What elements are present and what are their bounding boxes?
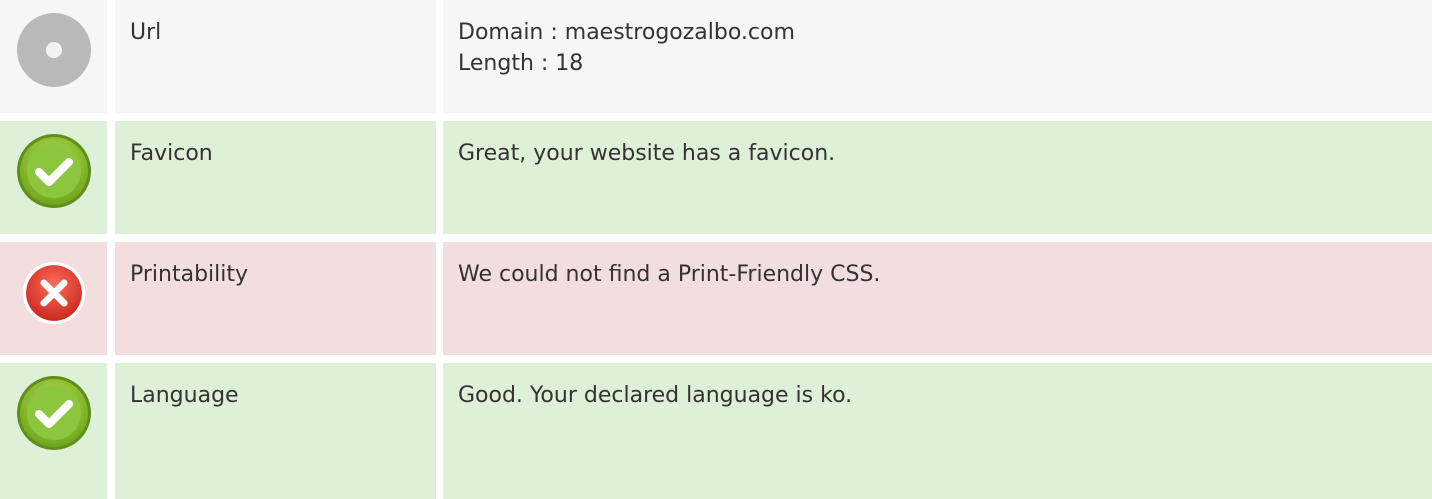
row-description: Good. Your declared language is ko. — [458, 383, 853, 408]
row-label-cell: Url — [115, 0, 436, 113]
row-description-cell: We could not find a Print-Friendly CSS. — [443, 242, 1432, 355]
status-cell — [0, 121, 107, 234]
status-cell — [0, 0, 107, 113]
url-domain-text: Domain : maestrogozalbo.com — [458, 20, 795, 45]
error-circle-icon — [22, 261, 85, 325]
row-description-cell: Good. Your declared language is ko. — [443, 363, 1432, 499]
report-row-favicon: Favicon Great, your website has a favico… — [0, 121, 1432, 234]
report-row-url: Url Domain : maestrogozalbo.com Length :… — [0, 0, 1432, 113]
row-label: Printability — [130, 262, 249, 287]
row-label: Favicon — [130, 141, 213, 166]
check-circle-icon — [16, 134, 91, 208]
check-circle-icon — [16, 376, 91, 450]
url-length-text: Length : 18 — [458, 51, 584, 76]
status-cell — [0, 242, 107, 355]
report-row-language: Language Good. Your declared language is… — [0, 363, 1432, 499]
row-label-cell: Printability — [115, 242, 436, 355]
status-cell — [0, 363, 107, 499]
row-label: Url — [130, 20, 162, 45]
row-description: Great, your website has a favicon. — [458, 141, 836, 166]
seo-report: Url Domain : maestrogozalbo.com Length :… — [0, 0, 1432, 499]
row-label: Language — [130, 383, 239, 408]
neutral-circle-icon — [16, 13, 91, 87]
report-row-printability: Printability We could not find a Print-F… — [0, 242, 1432, 355]
row-label-cell: Favicon — [115, 121, 436, 234]
row-description-cell: Domain : maestrogozalbo.com Length : 18 — [443, 0, 1432, 113]
row-description-cell: Great, your website has a favicon. — [443, 121, 1432, 234]
row-label-cell: Language — [115, 363, 436, 499]
row-description: We could not find a Print-Friendly CSS. — [458, 262, 881, 287]
